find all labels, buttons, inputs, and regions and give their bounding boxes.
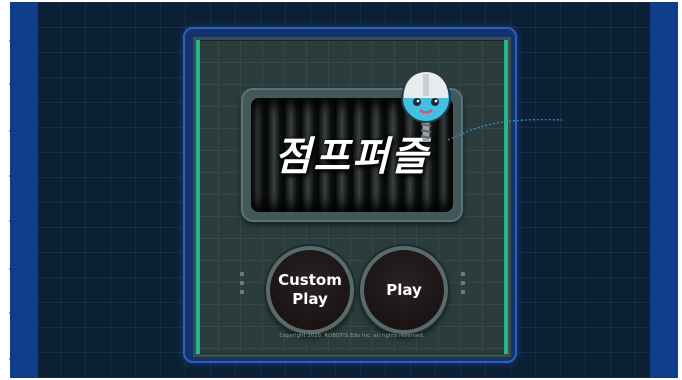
right-rail bbox=[504, 40, 508, 354]
custom-play-label-line1: Custom bbox=[278, 271, 342, 289]
screenshot-edge bbox=[0, 0, 12, 380]
copyright-text: Copyright 2020. ROBOTIS.Edu Inc. all rig… bbox=[279, 333, 425, 339]
play-button-label: Play bbox=[386, 280, 422, 299]
left-rail bbox=[196, 40, 200, 354]
custom-play-button[interactable]: Custom Play bbox=[266, 246, 354, 334]
play-button[interactable]: Play bbox=[360, 246, 448, 334]
left-side-bar bbox=[10, 2, 38, 378]
game-stage: 점프퍼즐 Custom Play Play Copyright 2020. RO… bbox=[10, 2, 678, 378]
menu-panel-inner: 점프퍼즐 Custom Play Play Copyright 2020. RO… bbox=[193, 37, 511, 357]
menu-panel: 점프퍼즐 Custom Play Play Copyright 2020. RO… bbox=[183, 27, 517, 363]
right-indicator-dots bbox=[461, 272, 465, 294]
right-side-bar bbox=[650, 2, 678, 378]
left-indicator-dots bbox=[240, 272, 244, 294]
robot-mascot-icon bbox=[401, 72, 451, 142]
custom-play-label-line2: Play bbox=[292, 290, 328, 308]
